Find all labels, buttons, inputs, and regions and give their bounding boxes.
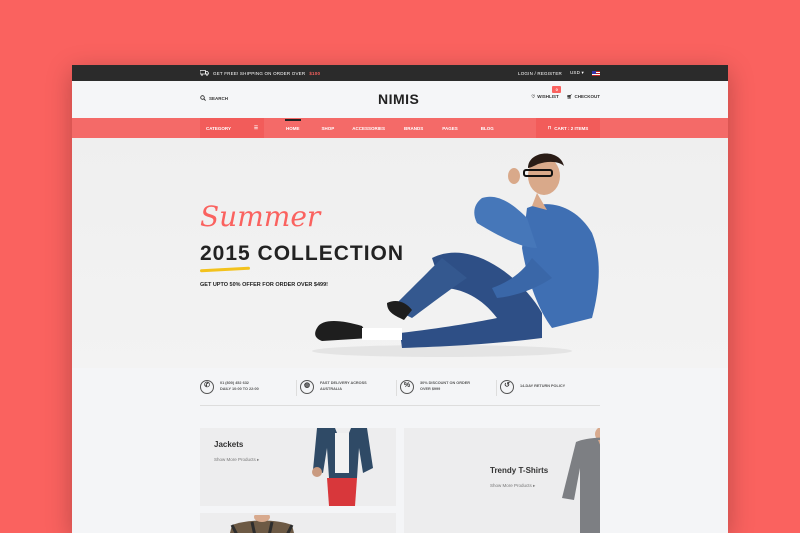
nav-shop[interactable]: SHOP (322, 126, 335, 131)
shirt-model-image (230, 515, 294, 533)
discount-icon: % (400, 379, 414, 394)
feature-delivery: ◍ FAST DELIVERY ACROSS AUSTRALIA (296, 368, 400, 405)
search-button[interactable]: SEARCH (200, 95, 228, 101)
currency-select[interactable]: USD ▾ (570, 70, 584, 76)
globe-icon: ◍ (300, 379, 314, 394)
top-bar: GET FREE! SHIPPING ON ORDER OVER $100 LO… (72, 65, 728, 81)
shipping-text: GET FREE! SHIPPING ON ORDER OVER (213, 70, 306, 76)
bag-icon: ⊓ (547, 125, 552, 130)
wishlist-button[interactable]: ♡ WISHLIST 0 (531, 86, 562, 100)
nav-blog[interactable]: BLOG (481, 126, 494, 131)
nav-brands[interactable]: BRANDS (404, 126, 423, 131)
features-bar: ✆ 01 (800) 452 632 DAILY 10:00 TO 22:00 ◍… (200, 368, 600, 406)
category-label: CATEGORY (206, 125, 232, 131)
truck-icon (200, 70, 209, 76)
feature-line1: 14-DAY RETURN POLICY (520, 383, 566, 388)
main-nav: CATEGORY ☰ HOME SHOP ACCESSORIES BRANDS … (72, 118, 728, 138)
browser-frame: GET FREE! SHIPPING ON ORDER OVER $100 LO… (72, 65, 728, 533)
feature-return: ↺ 14-DAY RETURN POLICY (496, 368, 600, 405)
product-title: Trendy T-Shirts (490, 466, 549, 475)
feature-line2: AUSTRALIA (320, 386, 342, 391)
feature-line1: FAST DELIVERY ACROSS (320, 380, 367, 385)
nav-accessories[interactable]: ACCESSORIES (352, 126, 385, 131)
category-dropdown[interactable]: CATEGORY ☰ (200, 118, 264, 138)
show-more-link[interactable]: Show More Products ▸ (490, 483, 535, 489)
heart-icon: ♡ (531, 94, 536, 99)
feature-discount: % 30% DISCOUNT ON ORDER OVER $999 (396, 368, 500, 405)
site-header: SEARCH NIMIS ♡ WISHLIST 0 🛒︎ CHECKOUT (72, 81, 728, 118)
nav-home[interactable]: HOME (285, 118, 300, 131)
menu-icon: ☰ (253, 125, 258, 130)
wishlist-count-badge: 0 (552, 86, 562, 93)
feature-line1: 30% DISCOUNT ON ORDER (420, 380, 470, 385)
checkout-label: CHECKOUT (574, 94, 601, 99)
phone-icon: ✆ (200, 379, 214, 394)
product-card-shirts[interactable] (200, 513, 396, 533)
login-register-link[interactable]: LOGIN / REGISTER (518, 71, 562, 76)
show-more-link[interactable]: Show More Products ▸ (214, 457, 259, 463)
feature-line2: OVER $999 (420, 386, 441, 391)
shipping-amount: $100 (309, 70, 321, 76)
cart-icon: 🛒︎ (566, 94, 573, 99)
search-icon (200, 95, 206, 101)
us-flag-icon[interactable] (592, 70, 600, 76)
shipping-notice: GET FREE! SHIPPING ON ORDER OVER $100 (200, 69, 320, 77)
search-label: SEARCH (209, 95, 229, 101)
return-icon: ↺ (500, 379, 514, 394)
checkout-button[interactable]: 🛒︎ CHECKOUT (567, 94, 600, 100)
feature-line2: DAILY 10:00 TO 22:00 (220, 386, 259, 391)
wishlist-label: WISHLIST (537, 94, 559, 99)
jacket-model-image (312, 428, 373, 506)
site-logo[interactable]: NIMIS (378, 91, 419, 107)
product-title: Jackets (214, 440, 244, 449)
tshirt-model-image (562, 428, 600, 533)
feature-phone: ✆ 01 (800) 452 632 DAILY 10:00 TO 22:00 (200, 368, 300, 405)
cart-label: CART : 2 ITEMS (554, 125, 589, 131)
hero-underline (199, 266, 251, 273)
hero-banner: Summer 2015 COLLECTION GET UPTO 50% OFFE… (72, 138, 728, 368)
hero-model-image (312, 153, 599, 357)
cart-button[interactable]: ⊓ CART : 2 ITEMS (536, 118, 600, 138)
product-card-tshirts[interactable]: Trendy T-Shirts Show More Products ▸ (404, 428, 600, 533)
feature-line1: 01 (800) 452 632 (220, 380, 249, 385)
product-card-jackets[interactable]: Jackets Show More Products ▸ (200, 428, 396, 506)
nav-pages[interactable]: PAGES (442, 126, 457, 131)
